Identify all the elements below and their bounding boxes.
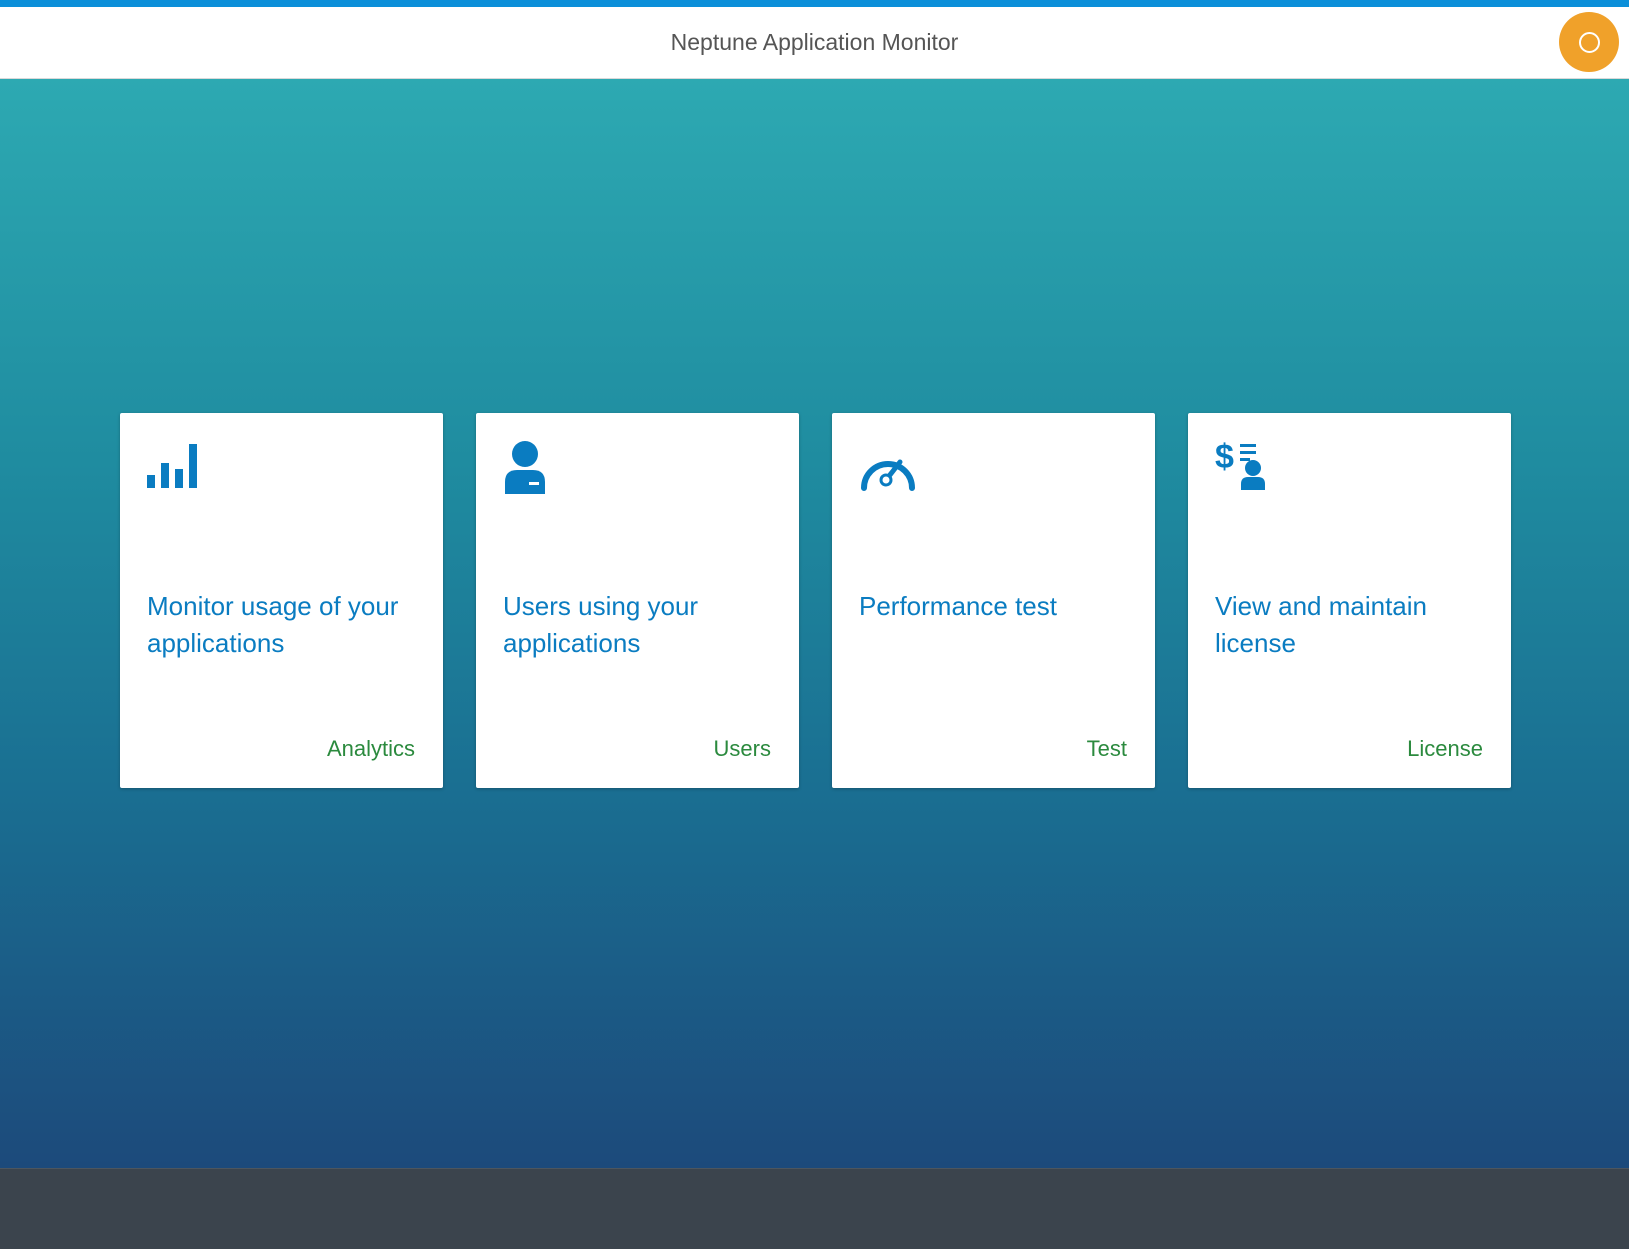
tile-analytics[interactable]: Monitor usage of your applications Analy… bbox=[120, 413, 443, 788]
tile-footer: Analytics bbox=[326, 736, 415, 761]
license-icon: $ bbox=[1215, 440, 1265, 490]
speedometer-icon bbox=[861, 459, 915, 491]
tile-license[interactable]: $ View and maintain license License bbox=[1188, 413, 1511, 788]
tile-title: Monitor usage of your applications bbox=[147, 591, 399, 658]
shell-footer bbox=[0, 1168, 1629, 1249]
circle-icon bbox=[1578, 31, 1600, 53]
shell-header: Neptune Application Monitor bbox=[0, 7, 1629, 79]
app-title: Neptune Application Monitor bbox=[670, 29, 959, 55]
user-icon bbox=[505, 441, 545, 494]
tile-title: View and maintain license bbox=[1215, 591, 1427, 658]
tile-footer: Users bbox=[713, 736, 771, 761]
tile-title: Users using your applications bbox=[503, 591, 699, 658]
top-accent-bar bbox=[0, 0, 1629, 7]
tile-footer: Test bbox=[1086, 736, 1127, 761]
launchpad-canvas: Monitor usage of your applications Analy… bbox=[0, 79, 1629, 1168]
svg-text:$: $ bbox=[1215, 440, 1234, 476]
tile-footer: License bbox=[1407, 736, 1483, 761]
tile-performance[interactable]: Performance test Test bbox=[832, 413, 1155, 788]
bar-chart-icon bbox=[147, 444, 197, 488]
user-menu-button[interactable] bbox=[1559, 12, 1619, 72]
tile-users[interactable]: Users using your applications Users bbox=[476, 413, 799, 788]
tile-title: Performance test bbox=[859, 591, 1057, 621]
